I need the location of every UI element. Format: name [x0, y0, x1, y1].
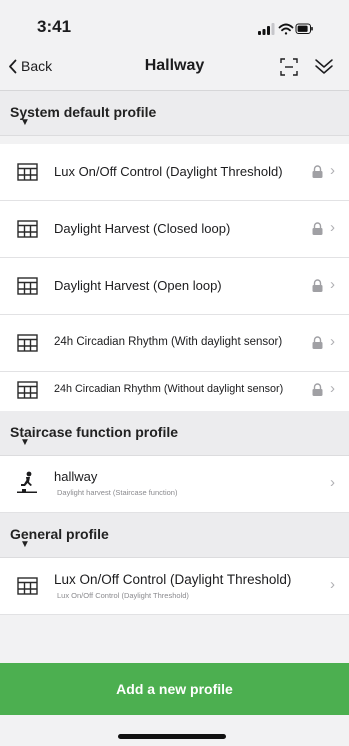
triangle-down-icon: ▼ [20, 539, 30, 550]
lamp-grid-icon [17, 220, 38, 238]
section-title: ▼ General profile [10, 526, 109, 550]
profile-label: Lux On/Off Control (Daylight Threshold) [54, 572, 292, 587]
double-chevron-down-icon[interactable] [313, 57, 335, 77]
lamp-grid-icon [17, 163, 38, 181]
section-staircase[interactable]: ▼ Staircase function profile [0, 411, 349, 456]
stair-runner-icon [17, 471, 37, 493]
nav-bar: Back Hallway [0, 46, 349, 91]
lock-icon [312, 222, 323, 235]
chevron-right-icon: › [330, 474, 335, 491]
profile-label: Daylight Harvest (Open loop) [54, 278, 222, 293]
section-title: ▼ System default profile [10, 104, 157, 128]
profile-sublabel: Daylight harvest (Staircase function) [57, 488, 178, 497]
scan-frame-icon[interactable] [279, 57, 299, 77]
list-item[interactable]: Lux On/Off Control (Daylight Threshold) … [0, 144, 349, 201]
section-spacer [0, 136, 349, 144]
lock-icon [312, 336, 323, 349]
chevron-right-icon: › [330, 333, 335, 350]
chevron-right-icon: › [330, 276, 335, 293]
list-item[interactable]: Daylight Harvest (Open loop) › [0, 258, 349, 315]
list-item[interactable]: hallway Daylight harvest (Staircase func… [0, 456, 349, 513]
list-item[interactable]: 24h Circadian Rhythm (Without daylight s… [0, 372, 349, 416]
list-footer-space [0, 615, 349, 663]
home-indicator[interactable] [118, 734, 226, 739]
list-item[interactable]: 24h Circadian Rhythm (With daylight sens… [0, 315, 349, 372]
status-time: 3:41 [37, 17, 72, 36]
lock-icon [312, 165, 323, 178]
home-indicator-area [0, 715, 349, 746]
profile-label: 24h Circadian Rhythm (With daylight sens… [54, 336, 283, 348]
profile-sublabel: Lux On/Off Control (Daylight Threshold) [57, 591, 189, 600]
chevron-right-icon: › [330, 162, 335, 179]
lamp-grid-icon [17, 381, 38, 399]
list-item[interactable]: Lux On/Off Control (Daylight Threshold) … [0, 558, 349, 615]
profile-label: 24h Circadian Rhythm (Without daylight s… [54, 383, 284, 395]
wifi-icon [278, 23, 294, 35]
section-title: ▼ Staircase function profile [10, 424, 179, 448]
section-general[interactable]: ▼ General profile [0, 513, 349, 558]
profile-label: Daylight Harvest (Closed loop) [54, 221, 231, 236]
chevron-right-icon: › [330, 219, 335, 236]
chevron-right-icon: › [330, 576, 335, 593]
lock-icon [312, 383, 323, 396]
lamp-grid-icon [17, 577, 38, 595]
profile-label: hallway [54, 469, 98, 484]
chevron-right-icon: › [330, 380, 335, 397]
status-bar: 3:41 [0, 0, 349, 46]
list-item[interactable]: Daylight Harvest (Closed loop) › [0, 201, 349, 258]
lamp-grid-icon [17, 277, 38, 295]
cellular-signal-icon [258, 23, 275, 35]
lock-icon [312, 279, 323, 292]
triangle-down-icon: ▼ [20, 117, 30, 128]
section-system-default[interactable]: ▼ System default profile [0, 91, 349, 136]
profile-label: Lux On/Off Control (Daylight Threshold) [54, 164, 283, 179]
status-icons [258, 23, 313, 35]
lamp-grid-icon [17, 334, 38, 352]
add-profile-button[interactable]: Add a new profile [0, 663, 349, 715]
triangle-down-icon: ▼ [20, 437, 30, 448]
battery-icon [295, 23, 313, 34]
